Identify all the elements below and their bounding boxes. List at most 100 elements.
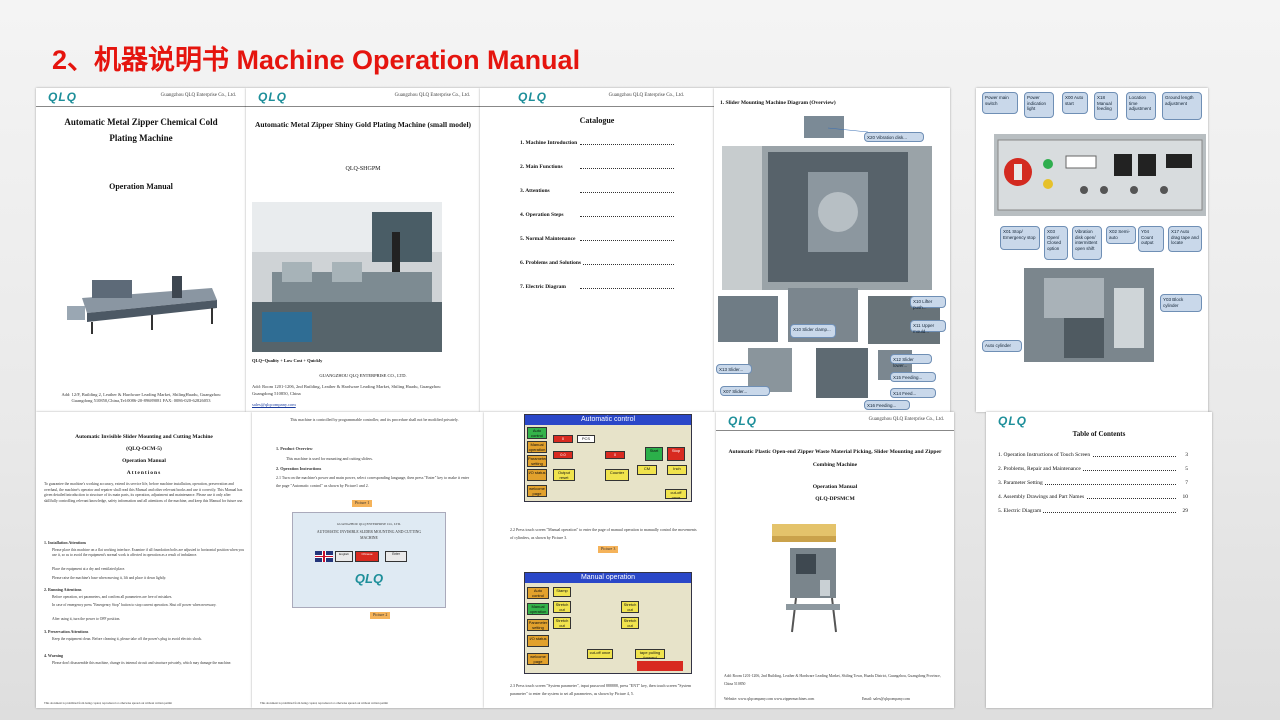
catalogue-item[interactable]: 5. Normal Maintenance xyxy=(520,236,674,246)
doc-email: sales@qlqcompany.com xyxy=(252,402,296,407)
gold-plating-machine-photo xyxy=(252,202,442,352)
attention-section-heading: 3. Preservation Attentions xyxy=(44,628,89,634)
io-status-button[interactable]: I/O status xyxy=(527,635,549,647)
chinese-button[interactable]: Chinese xyxy=(355,551,379,562)
welcome-page-button[interactable]: welcome page xyxy=(527,653,549,665)
manual-page-shiny-gold-plating: QLQ Guangzhou QLQ Enterprise Co., Ltd. A… xyxy=(246,88,480,412)
catalogue-item[interactable]: 3. Attentions xyxy=(520,188,674,198)
stretch-out-button[interactable]: Stretch out xyxy=(621,617,639,629)
product-overview-text: This machine is used for mounting and cu… xyxy=(286,456,373,461)
cut-off-once-button[interactable]: cut-off once xyxy=(665,489,687,499)
catalogue-item[interactable]: 1. Machine Introduction xyxy=(520,140,674,150)
toc-item[interactable]: 4. Assembly Drawings and Part Names 10 xyxy=(998,494,1188,504)
manual-page-control-panel: Power main switch Power indication light… xyxy=(976,88,1208,412)
toc-title: Table of Contents xyxy=(1072,430,1126,438)
parameter-setting-button[interactable]: Parameter setting xyxy=(527,619,549,631)
manual-operation-button[interactable]: Manual operation xyxy=(527,603,549,615)
header-company: Guangzhou QLQ Enterprise Co., Ltd. xyxy=(868,417,944,422)
catalogue-item-label: 1. Machine Introduction xyxy=(520,140,580,146)
diagram-callout-label: X07 Slider... xyxy=(720,386,770,396)
manual-operation-title: Manual operation xyxy=(525,573,691,583)
doc-website[interactable]: Website: www.qlqcompany.com www.zipperma… xyxy=(724,696,814,703)
callout-manual-feeding: X18 Manual feeding xyxy=(1094,92,1118,120)
toc-item-label: 3. Parameter Setting xyxy=(998,480,1045,486)
toc-item[interactable]: 1. Operation Instructions of Touch Scree… xyxy=(998,452,1188,462)
page-header: QLQ Guangzhou QLQ Enterprise Co., Ltd. xyxy=(716,412,954,431)
page-header: QLQ Guangzhou QLQ Enterprise Co., Ltd. xyxy=(480,88,714,107)
toc-item-label: 1. Operation Instructions of Touch Scree… xyxy=(998,452,1093,458)
catalogue-item[interactable]: 6. Problems and Solutions xyxy=(520,260,674,270)
tape-pulling-button[interactable]: tape pulling forward xyxy=(635,649,665,659)
auto-control-button[interactable]: Auto control xyxy=(527,427,547,439)
start-button[interactable]: Start xyxy=(645,447,663,461)
diagram-callout-label: X13 Slider... xyxy=(716,364,752,374)
screen-company: GUANGZHOU QLQ ENTERPRISE CO., LTD. xyxy=(337,522,401,526)
manual-page-catalogue: QLQ Guangzhou QLQ Enterprise Co., Ltd. C… xyxy=(480,88,714,412)
dot-leader xyxy=(580,192,674,193)
doc-title: Automatic Plastic Open-end Zipper Waste … xyxy=(728,449,942,468)
auto-control-button[interactable]: Auto control xyxy=(527,587,549,599)
diagram-callout-label: X14 Feed... xyxy=(890,388,936,398)
parameter-setting-button[interactable]: Parameter setting xyxy=(527,455,547,467)
callout-auto-cylinder: Auto cylinder xyxy=(982,340,1022,352)
toc-item[interactable]: 2. Problems, Repair and Maintenance 5 xyxy=(998,466,1188,476)
qlq-logo: QLQ xyxy=(728,414,757,428)
english-button[interactable]: English xyxy=(335,551,353,562)
diagram-callout-label: X11 Upper mould... xyxy=(910,320,946,334)
catalogue-item[interactable]: 2. Main Functions xyxy=(520,164,674,174)
toc-item[interactable]: 5. Electric Diagram 29 xyxy=(998,508,1188,518)
screen-title: AUTOMATIC INVISIBLE SLIDER MOUNTING AND … xyxy=(316,530,422,540)
catalogue-item-label: 6. Problems and Solutions xyxy=(520,260,584,266)
slide-title: 2、机器说明书 Machine Operation Manual xyxy=(52,45,581,75)
io-status-button[interactable]: I/O status xyxy=(527,469,547,481)
uk-flag-icon[interactable] xyxy=(315,551,333,562)
doc-subtitle: Operation Manual xyxy=(109,182,173,191)
manual-page-open-end-zipper: QLQ Guangzhou QLQ Enterprise Co., Ltd. A… xyxy=(716,412,954,708)
doc-email[interactable]: Email: sales@qlqcompany.com xyxy=(862,696,910,703)
counter-display: 0.0 xyxy=(553,451,573,459)
cut-off-once-button[interactable]: cut-off once xyxy=(587,649,613,659)
callout-location-time: Location time adjustment xyxy=(1126,92,1156,120)
stretch-out-button[interactable]: Stretch out xyxy=(553,617,571,629)
catalogue-item[interactable]: 4. Operation Steps xyxy=(520,212,674,222)
catalogue-title: Catalogue xyxy=(579,116,615,125)
toc-item-label: 4. Assembly Drawings and Part Names xyxy=(998,494,1087,500)
cm-button[interactable]: CM xyxy=(637,465,657,475)
doc-subtitle: Operation Manual xyxy=(122,458,166,464)
callout-semi-auto: X02 Semi-auto xyxy=(1106,226,1136,244)
stretch-out-button[interactable]: Stretch out xyxy=(553,601,571,613)
footnote: This document is prohibited from being c… xyxy=(44,701,173,705)
manual-operation-screen: Manual operation Auto control Manual ope… xyxy=(524,572,692,674)
dot-leader xyxy=(580,288,674,289)
doc-subtitle: Operation Manual xyxy=(812,484,858,490)
page-header: QLQ Guangzhou QLQ Enterprise Co., Ltd. xyxy=(36,88,246,107)
manual-page-operation-instructions: This machine is controlled by programmab… xyxy=(252,412,484,708)
manual-page-table-of-contents: QLQ Table of Contents 1. Operation Instr… xyxy=(986,412,1212,708)
toc-item[interactable]: 3. Parameter Setting 7 xyxy=(998,480,1188,490)
diagram-callout-label: X20 Vibration disk... xyxy=(864,132,924,142)
catalogue-item[interactable]: 7. Electric Diagram xyxy=(520,284,674,294)
callout-open-closed: X03 Open/ Closed option xyxy=(1044,226,1068,260)
stop-button[interactable]: Stop xyxy=(667,447,685,461)
plating-machine-photo xyxy=(62,258,222,338)
dot-leader xyxy=(580,216,674,217)
manual-operation-button[interactable]: Manual operation xyxy=(527,441,547,453)
catalogue-item-label: 7. Electric Diagram xyxy=(520,284,568,290)
doc-model: (QLQ-OCM-5) xyxy=(126,446,162,452)
cylinder-photo xyxy=(1024,268,1154,362)
stamp-button[interactable]: Stamp xyxy=(553,587,571,597)
output-reset-button[interactable]: Output reset xyxy=(553,469,575,481)
doc-model: QLQ-DPSMCM xyxy=(815,496,855,502)
callout-power-indication: Power indication light xyxy=(1024,92,1054,118)
header-company: Guangzhou QLQ Enterprise Co., Ltd. xyxy=(394,93,470,98)
doc-slogan: QLQ=Quality + Low Cost + Quickly xyxy=(252,358,323,363)
callout-auto-drag-tape: X17 Auto drag tape and locate xyxy=(1168,226,1202,252)
welcome-page-button[interactable]: welcome page xyxy=(527,485,547,497)
welcome-screen: GUANGZHOU QLQ ENTERPRISE CO., LTD. AUTOM… xyxy=(292,512,446,608)
diagram-title: 1. Slider Mounting Machine Diagram (Over… xyxy=(720,100,836,106)
picture-3-label: Picture 3 xyxy=(598,546,619,553)
stretch-out-button[interactable]: Stretch out xyxy=(621,601,639,613)
counter-button[interactable]: Counter xyxy=(605,469,629,481)
inch-button[interactable]: Inch xyxy=(667,465,687,475)
enter-button[interactable]: Enter xyxy=(385,551,407,562)
